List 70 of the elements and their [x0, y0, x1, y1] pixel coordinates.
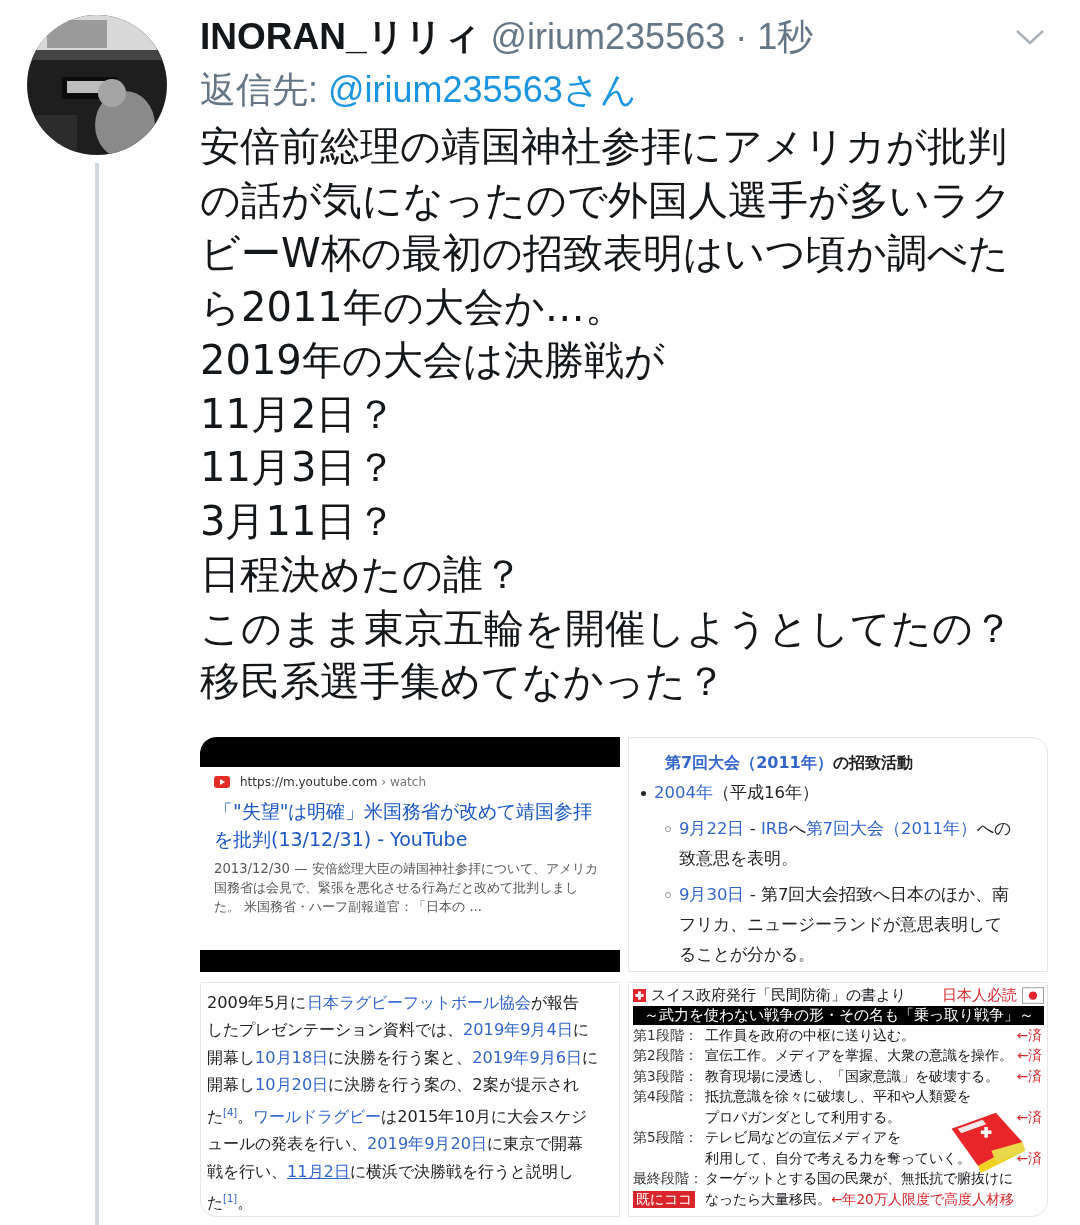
footnote-link[interactable]: [1] — [223, 1193, 238, 1205]
stage-note: ←年20万人限度で高度人材移 — [831, 1189, 1014, 1209]
link[interactable]: 2019年9月4日 — [463, 1020, 573, 1039]
tweet-text: 2019年の大会は決勝戦が — [200, 336, 666, 385]
footnote-link[interactable]: [4] — [223, 1106, 238, 1118]
stage-text: ターゲットとする国の民衆が、無抵抗で腑抜けに — [705, 1169, 1013, 1188]
result-title[interactable]: 「"失望"は明確」米国務省が改めて靖国参拝を批判(13/12/31) - YouTube — [214, 796, 606, 853]
section-heading: 第7回大会（2011年）の招致活動 — [665, 751, 914, 774]
link[interactable]: 10月20日 — [255, 1075, 329, 1094]
link[interactable]: ワールドラグビー — [253, 1106, 382, 1126]
link[interactable]: IRB — [760, 818, 789, 838]
link[interactable]: 9月22日 — [679, 818, 745, 838]
result-snippet: 2013/12/30 — 安倍総理大臣の靖国神社参拝について、アメリカ国務省は会見で、緊張を悪化させる行為だと改めて批判しました。 米国務省・ハーフ副報道官：「日本の ... — [214, 859, 599, 916]
stage-text: 教育現場に浸透し、「国家意識」を破壊する。 — [705, 1066, 999, 1086]
stage-text: テレビ局などの宣伝メディアを — [705, 1128, 901, 1147]
timestamp[interactable]: 1秒 — [757, 13, 814, 62]
reply-label: 返信先: — [200, 67, 318, 112]
tweet-text: 11月3日？ — [200, 443, 398, 492]
tweet-text: 3月11日？ — [200, 496, 398, 546]
user-name[interactable]: INORAN_リリィ — [200, 12, 481, 62]
link[interactable]: 2004年 — [654, 782, 713, 802]
link[interactable]: 2019年9月20日 — [367, 1134, 488, 1154]
stage-text: 宣伝工作。メディアを掌握、大衆の意識を操作。 — [705, 1046, 1013, 1065]
done-mark: ←済 — [1015, 1107, 1043, 1127]
status-badge: 既にココ — [633, 1190, 695, 1208]
search-result-screenshot[interactable]: https://m.youtube.com › watch 「"失望"は明確」米国務省が改めて靖国参拝を批判(13/12/31) - YouTube 2013/12/30 — 安倍総理大臣の靖国神社参拝について、アメリカ国務省は会見で、緊張を悪化させる行為だと改めて批判しました。 米国務省・ハーフ副報道官：「日本の ... — [200, 736, 620, 972]
stage-text: プロパガンダとして利用する。 — [705, 1107, 901, 1127]
link[interactable]: 2019年9月6日 — [472, 1047, 582, 1067]
stage-text: 抵抗意識を徐々に破壊し、平和や人類愛を — [705, 1087, 971, 1106]
chevron-icon[interactable] — [1015, 28, 1045, 46]
stage-text: なったら大量移民。 — [705, 1189, 831, 1209]
link[interactable]: 9月30日 — [679, 884, 745, 904]
stage-label: 第3段階： — [633, 1066, 698, 1086]
stage-label: 第1段階： — [633, 1025, 698, 1045]
tweet-text: 11月2日？ — [200, 389, 398, 439]
url-path: › watch — [381, 774, 427, 789]
stage-label: 第2段階： — [633, 1046, 698, 1065]
link[interactable]: 10月18日 — [255, 1047, 329, 1067]
must-read-label: 日本人必読 — [942, 985, 1017, 1005]
tweet-text: このまま東京五輪を開催しようとしてたの？ — [200, 603, 1014, 653]
tweet-text: 日程決めたの誰？ — [200, 550, 524, 599]
list-item-text: 9月22日 - IRBへ第7回大会（2011年）への 致意思を表明。 — [679, 817, 1012, 870]
result-url: https://m.youtube.com — [240, 774, 378, 789]
swiss-cross-icon — [633, 988, 646, 1002]
done-mark: ←済 — [1015, 1025, 1043, 1045]
poster-banner: ～武力を使わない戦争の形・その名も「乗っ取り戦争」～ — [633, 1005, 1044, 1025]
separator: · — [735, 16, 748, 58]
article-paragraph: 2009年5月に 日本ラグビーフットボール協会が報告 したプレゼンテーション資料では、2019年9月4日に 開幕し10月18日に決勝を行う案と、2019年9月6日に 開幕し10月20日に決勝を行う案の、2案が提示され た$^{[4]}$。ワールドラグビーは2015年10月に大会スケジ ュールの発表を行い、2019年9月20日に東京で開幕 戦を行い、11月2日に横浜で決勝戦を行うと説明し た$^{[1]}$。 — [207, 991, 599, 1215]
link[interactable]: 日本ラグビーフットボール協会 — [306, 992, 531, 1012]
flag-icon — [1022, 986, 1044, 1004]
link[interactable]: 11月2日 — [287, 1161, 350, 1181]
done-mark: ←済 — [1016, 1046, 1044, 1065]
stage-label: 最終段階： — [633, 1169, 703, 1188]
stage-text: 利用して、自分で考える力を奪っていく。 — [705, 1148, 971, 1168]
bullet-icon — [641, 790, 646, 796]
tweet-text: 安倍前総理の靖国神社参拝にアメリカが批判の話が気になったので外国人選手が多いラクビーW杯の最初の招致表明はいつ頃か調べたら2011年の大会か…。 — [200, 122, 1013, 332]
stage-label: 第5段階： — [633, 1128, 698, 1147]
link[interactable]: 第7回大会（2011年） — [805, 818, 978, 838]
mention-link[interactable]: @irium235563さん — [328, 65, 637, 115]
play-icon — [214, 775, 230, 788]
tweet-text: 移民系選手集めてなかった？ — [200, 657, 727, 706]
done-mark: ←済 — [1015, 1066, 1043, 1086]
done-mark: ←済 — [1015, 1148, 1043, 1168]
stage-label: 第4段階： — [633, 1087, 698, 1106]
user-handle[interactable]: @irium235563 — [490, 16, 726, 58]
link[interactable]: 第7回大会（2011年） — [665, 752, 833, 772]
list-item-text: 2004年（平成16年） — [654, 781, 819, 804]
stage-text: 工作員を政府の中枢に送り込む。 — [705, 1025, 915, 1045]
list-item-text: 9月30日 - 第7回大会招致へ日本のほか、南 フリカ、ニュージーランドが意思表明して ることが分かる。 — [679, 883, 1010, 966]
poster-title: スイス政府発行「民間防衛」の書より — [651, 985, 906, 1005]
